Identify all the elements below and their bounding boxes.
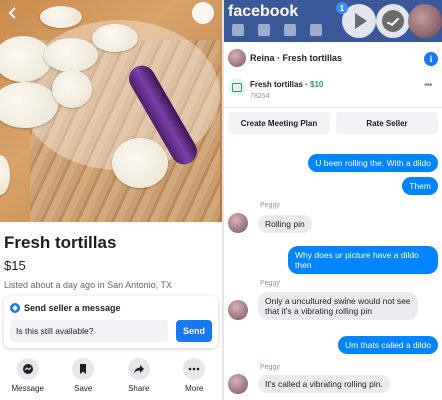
share-action-label: Share <box>128 384 150 393</box>
sender-name: Peggy <box>260 280 280 287</box>
facebook-logo[interactable]: facebook <box>228 3 298 21</box>
messenger-icon <box>16 358 39 380</box>
more-action-button[interactable]: More <box>169 358 219 400</box>
sent-message: U been rolling the. With a dildo <box>308 154 438 173</box>
messenger-icon <box>382 10 404 32</box>
save-action-button[interactable]: Save <box>58 358 108 400</box>
nav-friends-icon[interactable] <box>258 24 270 36</box>
listing-photo[interactable] <box>0 0 222 222</box>
received-message: It's called a vibrating rolling pin. <box>258 375 390 394</box>
save-action-label: Save <box>74 384 93 393</box>
avatar <box>228 300 248 320</box>
sent-message: Why does ur picture have a dildo then <box>288 246 438 275</box>
photo-overlay-button[interactable] <box>192 2 214 24</box>
shop-icon <box>228 78 246 96</box>
share-action-button[interactable]: Share <box>114 358 164 400</box>
listing-title: Fresh tortillas <box>4 233 117 252</box>
sender-name: Peggy <box>260 202 280 209</box>
sent-message: Um thats called a dildo <box>338 336 438 355</box>
nav-marketplace-icon[interactable] <box>310 24 322 36</box>
sender-name: Peggy <box>260 364 280 371</box>
back-arrow-icon[interactable] <box>4 4 22 22</box>
message-action-button[interactable]: Message <box>3 358 53 400</box>
avatar <box>228 374 248 394</box>
messenger-icon <box>10 303 20 313</box>
send-button[interactable]: Send <box>176 320 212 342</box>
avatar[interactable] <box>228 49 246 67</box>
more-dots-icon <box>183 358 206 380</box>
listing-summary-price: $10 <box>310 80 324 89</box>
create-meeting-plan-button[interactable]: Create Meeting Plan <box>228 112 330 134</box>
received-message: Rolling pin <box>258 215 312 234</box>
listing-price: $15 <box>4 258 26 273</box>
share-arrow-icon <box>127 358 150 380</box>
conversation-header: Reina · Fresh tortillas i <box>224 44 442 74</box>
more-action-label: More <box>185 384 204 393</box>
received-message: Only a uncultured swine would not see th… <box>258 292 418 321</box>
play-icon <box>354 13 367 29</box>
listing-actions: Message Save Share More <box>0 358 222 400</box>
facebook-topbar: facebook 1 <box>224 0 442 42</box>
message-action-label: Message <box>11 384 44 393</box>
send-seller-header: Send seller a message <box>10 303 121 313</box>
bookmark-icon <box>72 358 95 380</box>
message-input[interactable] <box>10 320 168 342</box>
nav-watch-icon[interactable] <box>284 24 296 36</box>
chat-head-avatar[interactable] <box>408 4 442 38</box>
marketplace-listing: Fresh tortillas $15 Listed about a day a… <box>0 0 222 400</box>
message-thread: U been rolling the. With a dildo Them Pe… <box>224 140 442 400</box>
messenger-chat-head[interactable] <box>376 4 410 38</box>
avatar <box>228 213 248 233</box>
listing-meta: Listed about a day ago in San Antonio, T… <box>4 280 172 290</box>
more-options-icon[interactable]: ••• <box>424 80 432 91</box>
listing-summary-name: Fresh tortillas <box>250 80 303 89</box>
listing-summary-location: 78254 <box>250 93 270 100</box>
nav-home-icon[interactable] <box>232 24 244 36</box>
conversation-title[interactable]: Reina · Fresh tortillas <box>250 53 342 63</box>
notification-badge: 1 <box>336 2 348 14</box>
listing-summary-title: Fresh tortillas · $10 <box>250 80 324 89</box>
listing-summary-card[interactable]: Fresh tortillas · $10 78254 ••• <box>224 74 442 108</box>
send-seller-card: Send seller a message Send <box>4 296 218 348</box>
chat-action-buttons: Create Meeting Plan Rate Seller <box>224 112 442 136</box>
info-icon[interactable]: i <box>424 52 438 66</box>
messenger-panel: facebook 1 Reina · Fresh tortillas i Fre… <box>224 0 442 400</box>
rate-seller-button[interactable]: Rate Seller <box>336 112 438 134</box>
send-seller-label: Send seller a message <box>24 303 121 313</box>
sent-message: Them <box>402 177 438 196</box>
